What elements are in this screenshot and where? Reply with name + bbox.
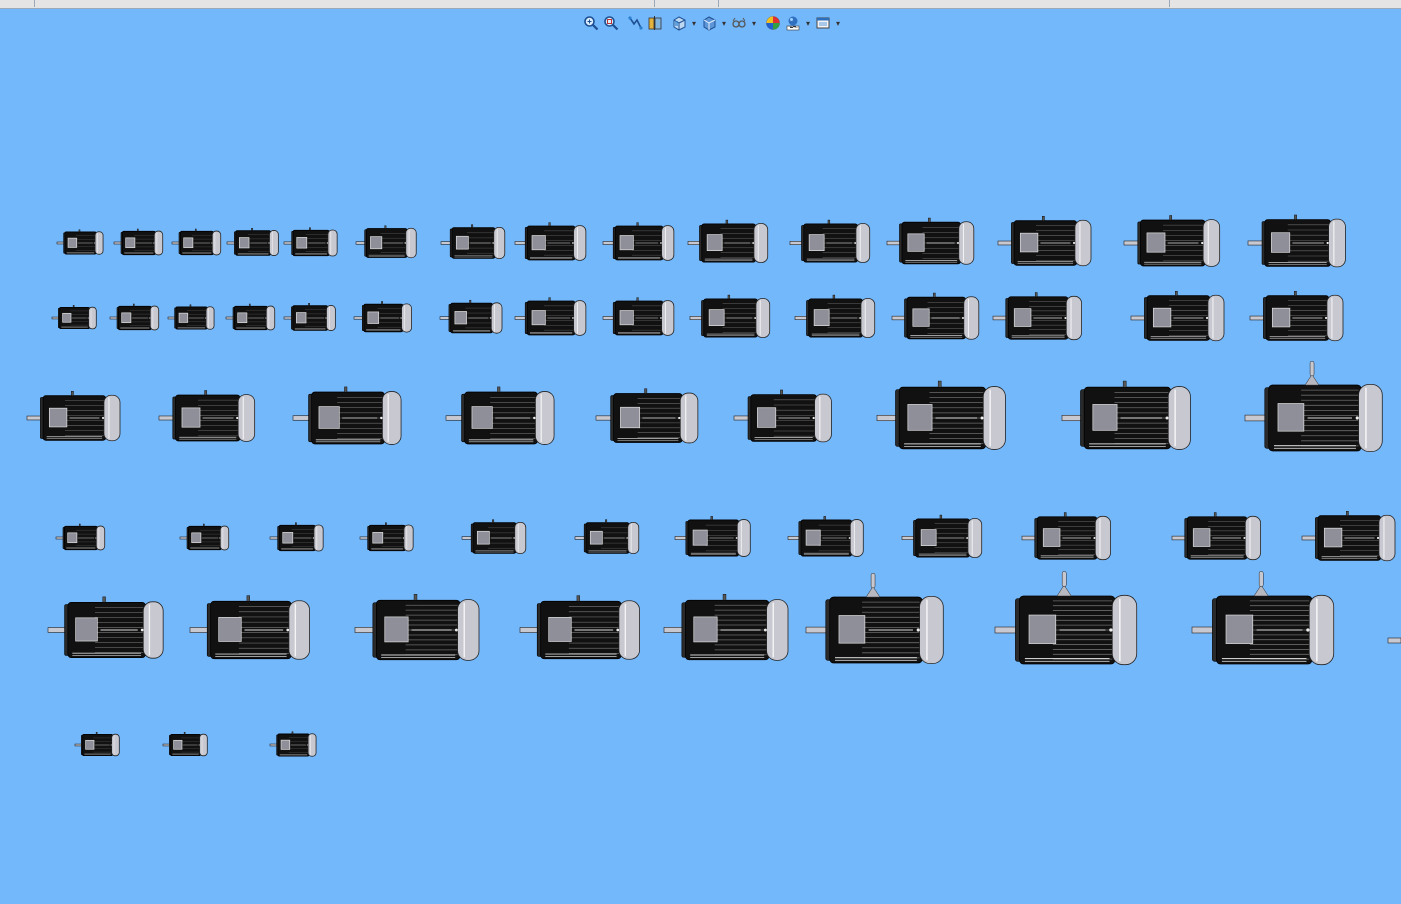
- dropdown-arrow-icon[interactable]: ▾: [749, 13, 759, 33]
- electric-motor-model[interactable]: [997, 216, 1092, 267]
- motor-assembly-models[interactable]: [0, 9, 1401, 904]
- view-settings-icon: [816, 17, 830, 29]
- electric-motor-model[interactable]: [56, 229, 104, 255]
- electric-motor-model[interactable]: [283, 227, 338, 257]
- electric-motor-model[interactable]: [574, 519, 640, 555]
- dropdown-arrow-icon[interactable]: ▾: [833, 13, 843, 33]
- electric-motor-model[interactable]: [26, 391, 121, 442]
- electric-motor-model[interactable]: [595, 388, 699, 444]
- electric-motor-model[interactable]: [51, 305, 97, 330]
- electric-motor-model[interactable]: [353, 301, 412, 333]
- electric-motor-model[interactable]: [269, 522, 324, 552]
- previous-view-button[interactable]: [625, 13, 645, 33]
- electric-motor-model[interactable]: [891, 292, 980, 340]
- edit-appearance-button[interactable]: [763, 13, 783, 33]
- electric-motor-model[interactable]: [1061, 380, 1191, 450]
- view-settings-button[interactable]: [813, 13, 833, 33]
- top-window-strip: [0, 0, 1401, 9]
- electric-motor-model[interactable]: [179, 523, 230, 551]
- electric-motor-model[interactable]: [805, 573, 944, 664]
- display-style-icon: [703, 16, 716, 31]
- zoom-to-area-button[interactable]: [601, 13, 621, 33]
- electric-motor-model[interactable]: [602, 297, 675, 336]
- electric-motor-model[interactable]: [602, 222, 675, 261]
- display-style-button[interactable]: [699, 13, 719, 33]
- top-strip-panel: [655, 0, 719, 7]
- zoom-to-area-icon: [604, 16, 619, 31]
- dropdown-arrow-icon[interactable]: ▾: [719, 13, 729, 33]
- electric-motor-model[interactable]: [162, 732, 208, 757]
- electric-motor-model[interactable]: [440, 224, 506, 260]
- electric-motor-model-partial[interactable]: [1387, 637, 1401, 644]
- electric-motor-model[interactable]: [283, 303, 336, 331]
- electric-motor-model[interactable]: [886, 217, 975, 265]
- electric-motor-model[interactable]: [674, 516, 751, 557]
- apply-scene-icon: [786, 16, 800, 31]
- electric-motor-model[interactable]: [189, 595, 310, 660]
- electric-motor-model[interactable]: [1249, 291, 1344, 342]
- electric-motor-model[interactable]: [355, 225, 417, 259]
- electric-motor-model[interactable]: [109, 303, 160, 331]
- electric-motor-model[interactable]: [1247, 214, 1346, 268]
- electric-motor-model[interactable]: [789, 219, 871, 263]
- electric-motor-model[interactable]: [901, 514, 983, 558]
- electric-motor-model[interactable]: [1021, 512, 1111, 561]
- electric-motor-model[interactable]: [47, 596, 164, 659]
- hide-show-items-button[interactable]: [729, 13, 749, 33]
- electric-motor-model[interactable]: [687, 219, 769, 263]
- electric-motor-model[interactable]: [1123, 215, 1221, 267]
- electric-motor-model[interactable]: [519, 595, 640, 660]
- electric-motor-model[interactable]: [445, 386, 555, 445]
- electric-motor-model[interactable]: [269, 731, 317, 757]
- electric-motor-model[interactable]: [733, 389, 832, 443]
- previous-view-icon: [628, 16, 643, 30]
- electric-motor-model[interactable]: [787, 516, 864, 557]
- view-orientation-button[interactable]: [669, 13, 689, 33]
- top-strip-panel: [34, 0, 655, 7]
- electric-motor-model[interactable]: [1301, 511, 1396, 562]
- electric-motor-model[interactable]: [74, 732, 120, 757]
- heads-up-view-toolbar: ▾ ▾ ▾ ▾ ▾: [581, 12, 843, 34]
- electric-motor-model[interactable]: [794, 294, 876, 338]
- electric-motor-model[interactable]: [992, 292, 1082, 341]
- electric-motor-model[interactable]: [167, 304, 215, 330]
- edit-appearance-icon: [766, 16, 780, 30]
- zoom-to-fit-button[interactable]: [581, 13, 601, 33]
- electric-motor-model[interactable]: [292, 386, 402, 445]
- electric-motor-model[interactable]: [514, 297, 587, 336]
- graphics-area[interactable]: [0, 9, 1401, 904]
- section-view-button[interactable]: [645, 13, 665, 33]
- top-strip-panel: [719, 0, 1170, 7]
- electric-motor-model[interactable]: [225, 303, 276, 331]
- electric-motor-model[interactable]: [354, 594, 480, 661]
- electric-motor-model[interactable]: [359, 522, 414, 552]
- zoom-to-fit-icon: [584, 16, 599, 31]
- electric-motor-model[interactable]: [113, 228, 164, 256]
- top-strip-tab[interactable]: [0, 0, 35, 7]
- hide-show-items-icon: [732, 17, 746, 28]
- electric-motor-model[interactable]: [1191, 571, 1335, 666]
- view-orientation-icon: [673, 16, 686, 31]
- electric-motor-model[interactable]: [171, 228, 222, 256]
- dropdown-arrow-icon[interactable]: ▾: [803, 13, 813, 33]
- section-view-icon: [648, 16, 662, 30]
- electric-motor-model[interactable]: [55, 523, 106, 551]
- electric-motor-model[interactable]: [1130, 291, 1225, 342]
- electric-motor-model[interactable]: [876, 380, 1006, 450]
- dropdown-arrow-icon[interactable]: ▾: [689, 13, 699, 33]
- electric-motor-model[interactable]: [226, 228, 279, 256]
- electric-motor-model[interactable]: [514, 222, 587, 261]
- electric-motor-model[interactable]: [1171, 512, 1261, 561]
- electric-motor-model[interactable]: [994, 571, 1138, 666]
- electric-motor-model[interactable]: [663, 594, 789, 661]
- electric-motor-model[interactable]: [689, 294, 771, 338]
- electric-motor-model[interactable]: [1244, 361, 1383, 452]
- electric-motor-model[interactable]: [158, 390, 256, 442]
- electric-motor-model[interactable]: [439, 299, 503, 334]
- apply-scene-button[interactable]: [783, 13, 803, 33]
- electric-motor-model[interactable]: [461, 519, 527, 555]
